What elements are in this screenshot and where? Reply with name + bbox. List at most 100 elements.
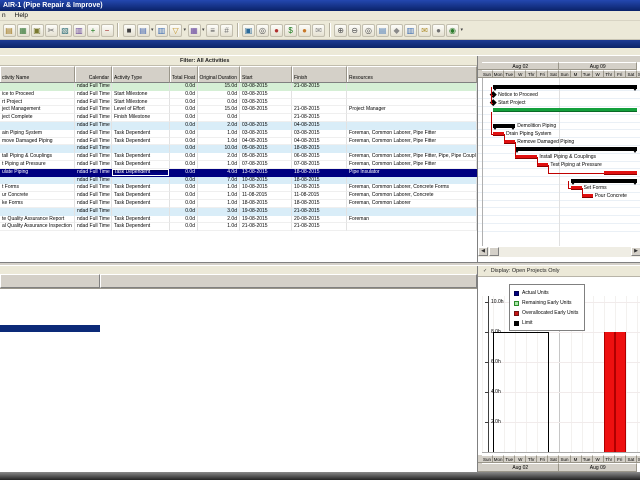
- table-row[interactable]: rt Projectndad Full TimeStart Milestone0…: [0, 99, 477, 107]
- group-sort-icon[interactable]: ▦: [188, 24, 201, 37]
- table-row[interactable]: t Piping at Pressurendad Full TimeTask D…: [0, 161, 477, 169]
- print-icon[interactable]: ▦: [17, 24, 30, 37]
- dropdown-arrow-icon[interactable]: ▾: [184, 27, 187, 33]
- table-row[interactable]: ject Managementndad Full TimeLevel of Ef…: [0, 106, 477, 114]
- dropdown-arrow-icon[interactable]: ▾: [461, 27, 464, 33]
- summary-cap-right: [633, 88, 637, 91]
- cell-finish: 03-08-2015: [292, 130, 347, 138]
- display-options-bar[interactable]: ✓ Display: Open Projects Only: [478, 266, 640, 277]
- print-preview-icon[interactable]: ▣: [31, 24, 44, 37]
- open-project-icon[interactable]: ▤: [3, 24, 16, 37]
- overallocated-units-bar[interactable]: [604, 332, 615, 452]
- gantt-bar-task[interactable]: [537, 163, 548, 167]
- zoom-window-icon[interactable]: ◎: [362, 24, 375, 37]
- table-row[interactable]: ject Completendad Full TimeFinish Milest…: [0, 114, 477, 122]
- filter-icon[interactable]: ▽: [169, 24, 182, 37]
- column-header-start[interactable]: Start: [240, 66, 292, 83]
- table-row[interactable]: ndad Full Time0.0d10.0d05-08-201518-08-2…: [0, 145, 477, 153]
- relationship-lines-icon[interactable]: ≡: [206, 24, 219, 37]
- table-row[interactable]: ke Formsndad Full TimeTask Dependent0.0d…: [0, 200, 477, 208]
- cut-icon[interactable]: ✂: [45, 24, 58, 37]
- bottom-left-header-cell-1[interactable]: [0, 274, 100, 288]
- column-header-name[interactable]: ctivity Name: [0, 66, 75, 83]
- overallocated-units-bar[interactable]: [615, 332, 626, 452]
- columns-icon[interactable]: ▥: [155, 24, 168, 37]
- gantt-bar-summary[interactable]: [515, 147, 637, 151]
- gantt-bar-task[interactable]: [571, 186, 582, 190]
- cell-resources: [347, 145, 477, 153]
- gantt-bar-task[interactable]: [604, 171, 637, 175]
- cell-finish: 18-08-2015: [292, 177, 347, 185]
- split-horizontal-icon[interactable]: ▤: [376, 24, 389, 37]
- column-header-calendar[interactable]: Calendar: [75, 66, 112, 83]
- gantt-bar-label: Pour Concrete: [595, 193, 627, 199]
- cell-finish: 04-08-2015: [292, 138, 347, 146]
- table-row[interactable]: ulate Pipingndad Full TimeTask Dependent…: [0, 169, 477, 177]
- column-header-activity_type[interactable]: Activity Type: [112, 66, 170, 83]
- gantt-bar-loe[interactable]: [493, 108, 637, 112]
- column-header-finish[interactable]: Finish: [292, 66, 347, 83]
- filter-bar[interactable]: Filter: All Activities: [0, 56, 477, 66]
- dropdown-arrow-icon[interactable]: ▾: [151, 27, 154, 33]
- web-icon[interactable]: ◉: [446, 24, 459, 37]
- cell-original_duration: 15.0d: [198, 83, 240, 91]
- child-window-titlebar[interactable]: [0, 40, 640, 48]
- selected-resource-row[interactable]: [0, 325, 100, 332]
- gantt-bar-summary[interactable]: [493, 85, 637, 89]
- table-row[interactable]: ur Concretendad Full TimeTask Dependent0…: [0, 192, 477, 200]
- menu-item-help[interactable]: Help: [15, 11, 28, 20]
- gantt-chart-icon[interactable]: ■: [123, 24, 136, 37]
- delete-activity-icon[interactable]: −: [101, 24, 114, 37]
- menu-item-partial[interactable]: n: [2, 11, 6, 20]
- gantt-bar-task[interactable]: [582, 194, 593, 198]
- table-row[interactable]: ndad Full Time0.0d2.0d03-08-201504-08-20…: [0, 122, 477, 130]
- scrollbar-thumb[interactable]: [489, 247, 499, 256]
- find-icon[interactable]: ◎: [256, 24, 269, 37]
- cell-finish: 06-08-2015: [292, 153, 347, 161]
- add-activity-icon[interactable]: +: [87, 24, 100, 37]
- gantt-horizontal-scrollbar[interactable]: ◀ ▶: [478, 246, 640, 257]
- currency-icon[interactable]: $: [284, 24, 297, 37]
- column-header-original_duration[interactable]: Original Duration: [198, 66, 240, 83]
- bottom-left-header-cell-2[interactable]: [100, 274, 477, 288]
- scroll-right-button[interactable]: ▶: [631, 247, 640, 256]
- table-row[interactable]: ice to Proceedndad Full TimeStart Milest…: [0, 91, 477, 99]
- day-header: Sun: [482, 70, 493, 78]
- paste-icon[interactable]: ▥: [73, 24, 86, 37]
- schedule-icon[interactable]: ▣: [242, 24, 255, 37]
- mail-icon[interactable]: ✉: [312, 24, 325, 37]
- zoom-in-icon[interactable]: ⊕: [334, 24, 347, 37]
- gantt-bar-task[interactable]: [504, 140, 515, 144]
- layout-columns-icon[interactable]: ▥: [404, 24, 417, 37]
- day-header: Fri: [615, 70, 626, 78]
- options-icon[interactable]: ◆: [390, 24, 403, 37]
- progress-spotlight-icon[interactable]: ●: [270, 24, 283, 37]
- refresh-icon[interactable]: ●: [432, 24, 445, 37]
- column-header-total_float[interactable]: Total Float: [170, 66, 198, 83]
- line-numbers-icon[interactable]: #: [220, 24, 233, 37]
- table-row[interactable]: ndad Full Time0.0d7.0d10-08-201518-08-20…: [0, 177, 477, 185]
- column-header-resources[interactable]: Resources: [347, 66, 477, 83]
- table-row[interactable]: te Quality Assurance Reportndad Full Tim…: [0, 216, 477, 224]
- resources-icon[interactable]: ●: [298, 24, 311, 37]
- gantt-bar-task[interactable]: [493, 132, 504, 136]
- comments-icon[interactable]: ✉: [418, 24, 431, 37]
- table-row[interactable]: al Quality Assurance Inspectionndad Full…: [0, 223, 477, 231]
- activity-details-icon[interactable]: ▤: [137, 24, 150, 37]
- gantt-bar-task[interactable]: [515, 155, 537, 159]
- relationship-line: [491, 95, 493, 96]
- limit-line: [493, 332, 494, 452]
- zoom-out-icon[interactable]: ⊖: [348, 24, 361, 37]
- copy-icon[interactable]: ▧: [59, 24, 72, 37]
- table-row[interactable]: ndad Full Time0.0d3.0d19-08-201521-08-20…: [0, 208, 477, 216]
- cell-name: tall Piping & Couplings: [0, 153, 75, 161]
- table-row[interactable]: ndad Full Time0.0d15.0d03-08-201521-08-2…: [0, 83, 477, 91]
- window-titlebar[interactable]: AIR-1 (Pipe Repair & Improve): [0, 0, 640, 11]
- table-row[interactable]: t Formsndad Full TimeTask Dependent0.0d1…: [0, 184, 477, 192]
- table-row[interactable]: ain Piping Systemndad Full TimeTask Depe…: [0, 130, 477, 138]
- table-row[interactable]: tall Piping & Couplingsndad Full TimeTas…: [0, 153, 477, 161]
- scroll-left-button[interactable]: ◀: [478, 247, 488, 256]
- gantt-bar-summary[interactable]: [571, 179, 637, 183]
- dropdown-arrow-icon[interactable]: ▾: [202, 27, 205, 33]
- table-row[interactable]: move Damaged Pipingndad Full TimeTask De…: [0, 138, 477, 146]
